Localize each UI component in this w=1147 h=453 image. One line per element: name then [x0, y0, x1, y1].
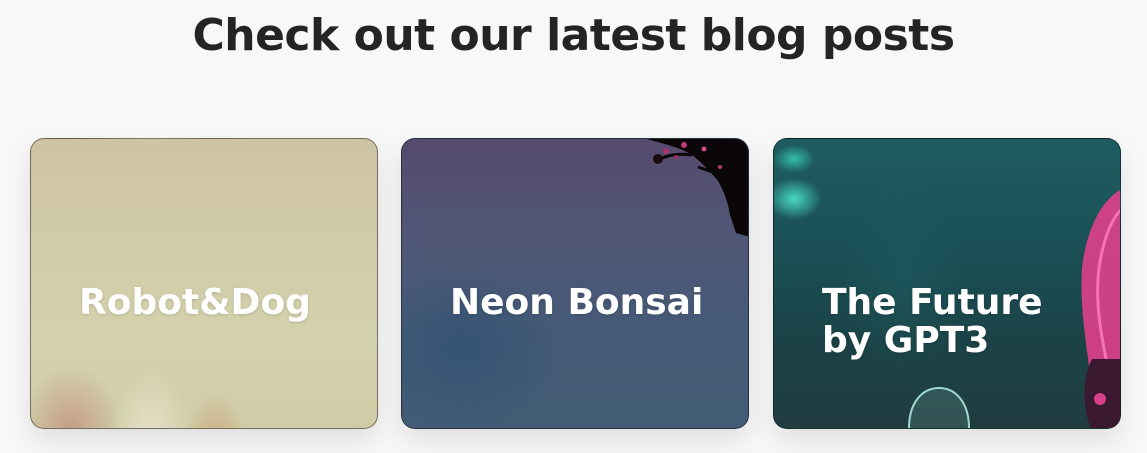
bonsai-branch-image — [646, 139, 748, 237]
blog-card-title: The Future by GPT3 — [822, 282, 1043, 361]
blog-card-neon-bonsai[interactable]: Neon Bonsai — [401, 138, 749, 429]
blog-card-future-gpt3[interactable]: The Future by GPT3 — [773, 138, 1121, 429]
blog-card-robot-dog[interactable]: Robot&Dog — [30, 138, 378, 429]
blog-card-title: Neon Bonsai — [450, 282, 704, 323]
blog-section: Check out our latest blog posts Robot&Do… — [0, 0, 1147, 453]
section-heading: Check out our latest blog posts — [192, 10, 955, 61]
blog-card-title: Robot&Dog — [79, 282, 311, 323]
glass-dome-image — [908, 386, 970, 428]
